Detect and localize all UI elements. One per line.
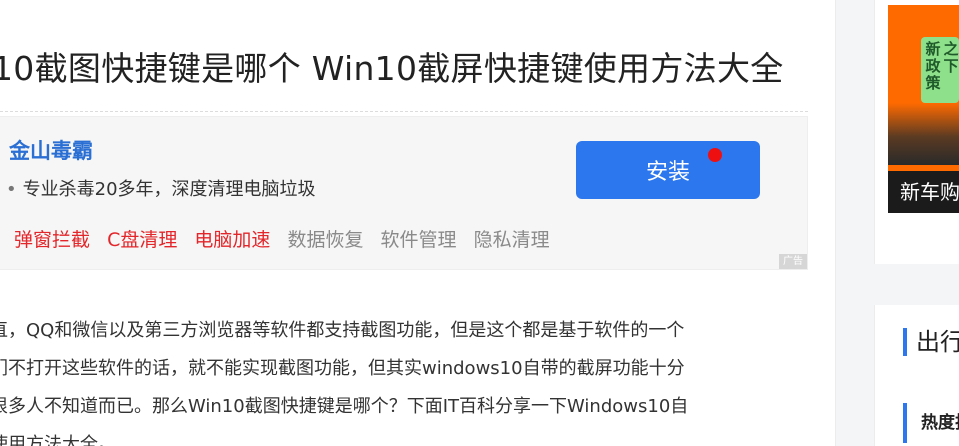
notification-dot-icon: [708, 148, 722, 162]
article-paragraph-line: 直，QQ和微信以及第三方浏览器等软件都支持截图功能，但是这个都是基于软件的一个: [0, 320, 685, 341]
article-paragraph-line: 们不打开这些软件的话，就不能实现截图功能，但其实windows10自带的截屏功能…: [0, 358, 685, 379]
sidebar-section-card: 出行 热度排: [874, 305, 959, 446]
banner-caption: 新车购: [888, 171, 959, 213]
sidebar-section-heading: 出行: [903, 328, 959, 356]
banner-text-b: 之下: [943, 40, 959, 75]
page: 10截图快捷键是哪个 Win10截屏快捷键使用方法大全 金山毒霸 • 专业杀毒20…: [0, 0, 959, 446]
ad-tag-software-manager[interactable]: 软件管理: [381, 229, 457, 251]
sidebar-banner-image[interactable]: 新政策 之下 新车购: [888, 5, 959, 213]
sidebar-ad-card: 新政策 之下 新车购: [874, 0, 959, 264]
article-title: 10截图快捷键是哪个 Win10截屏快捷键使用方法大全: [0, 49, 784, 88]
banner-text-a: 新政策: [925, 40, 941, 92]
ad-box[interactable]: 金山毒霸 • 专业杀毒20多年，深度清理电脑垃圾 弹窗拦截 C盘清理 电脑加速 数…: [0, 116, 808, 270]
sidebar: 新政策 之下 新车购 出行 热度排: [874, 0, 959, 446]
ad-tag-c-drive-clean[interactable]: C盘清理: [107, 229, 177, 251]
ad-tag-popup-block[interactable]: 弹窗拦截: [14, 229, 90, 251]
article-body: 直，QQ和微信以及第三方浏览器等软件都支持截图功能，但是这个都是基于软件的一个 …: [0, 312, 830, 446]
article-paragraph-line: 很多人不知道而已。那么Win10截图快捷键是哪个？下面IT百科分享一下Windo…: [0, 396, 689, 417]
main-column: 10截图快捷键是哪个 Win10截屏快捷键使用方法大全 金山毒霸 • 专业杀毒20…: [0, 0, 836, 446]
ad-brand-name[interactable]: 金山毒霸: [9, 135, 93, 165]
ad-tag-pc-speedup[interactable]: 电脑加速: [194, 229, 270, 251]
ad-tag-data-recovery[interactable]: 数据恢复: [287, 229, 363, 251]
ad-label-badge: 广告: [779, 254, 807, 269]
install-button[interactable]: 安装: [576, 141, 760, 199]
bullet-icon: •: [6, 179, 17, 200]
ad-description-text: 专业杀毒20多年，深度清理电脑垃圾: [22, 179, 316, 200]
ad-tag-privacy-clean[interactable]: 隐私清理: [474, 229, 550, 251]
install-button-label: 安装: [645, 160, 690, 185]
ad-description: • 专业杀毒20多年，深度清理电脑垃圾: [6, 175, 316, 201]
title-divider: [0, 111, 808, 112]
sidebar-hot-item[interactable]: 热度排: [903, 403, 959, 443]
banner-dark-graphic: [888, 103, 959, 165]
article-paragraph-line: 使用方法大全。: [0, 434, 116, 446]
ad-tag-list: 弹窗拦截 C盘清理 电脑加速 数据恢复 软件管理 隐私清理: [14, 225, 561, 252]
